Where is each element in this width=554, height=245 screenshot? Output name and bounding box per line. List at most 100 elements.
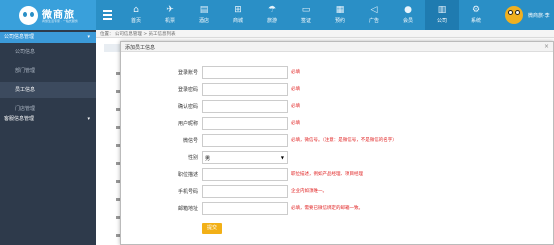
field-label: 登录密码 <box>177 87 198 93</box>
caret-down-icon: ▼ <box>280 155 284 160</box>
email-field[interactable] <box>202 202 288 215</box>
plane-icon: ✈ <box>166 5 174 15</box>
nav-label: 签证 <box>300 18 311 24</box>
login-password-field[interactable] <box>202 83 288 96</box>
field-label: 登录账号 <box>177 70 198 76</box>
nav-item-flights[interactable]: ✈ 机票 <box>153 0 187 30</box>
field-label: 邮箱地址 <box>177 206 198 212</box>
logo-eye-right <box>30 12 34 17</box>
position-field[interactable] <box>202 168 288 181</box>
nav-label: 机票 <box>164 18 175 24</box>
sidebar-item-employees[interactable]: 员工信息 <box>0 82 96 98</box>
field-label: 微信号 <box>182 138 198 144</box>
breadcrumb-text: 位置： 公司信息管理 > 员工信息列表 <box>100 32 176 37</box>
menu-toggle-button[interactable] <box>98 0 118 30</box>
nav-label: 酒店 <box>198 18 209 24</box>
company-icon: ▥ <box>437 5 447 15</box>
nav-item-members[interactable]: ● 会员 <box>391 0 425 30</box>
add-employee-dialog: 添加员工信息 × 登录账号 必填 登录密码 必填 确认密码 必填 用户昵称 必填… <box>120 41 554 245</box>
dialog-header: 添加员工信息 × <box>121 42 553 52</box>
nav-label: 广告 <box>368 18 379 24</box>
nickname-field[interactable] <box>202 117 288 130</box>
nav-item-system[interactable]: ⚙ 系统 <box>459 0 493 30</box>
field-hint: 企业内如须唯一。 <box>291 189 327 194</box>
nav-label: 旅游 <box>266 18 277 24</box>
home-icon: ⌂ <box>133 5 139 15</box>
nav-item-hotels[interactable]: ▤ 酒店 <box>187 0 221 30</box>
nav-label: 公司 <box>436 18 447 24</box>
gender-select[interactable]: 男 ▼ <box>202 151 288 164</box>
login-account-field[interactable] <box>202 66 288 79</box>
sidebar-group-service[interactable]: 客服信息管理 ▾ <box>0 114 96 125</box>
nav-item-ads[interactable]: ◁ 广告 <box>357 0 391 30</box>
sidebar-group-label: 公司信息管理 <box>4 34 35 40</box>
field-hint: 必填 <box>291 104 300 109</box>
form-row-wechat: 微信号 必填，微信号。（注意：是微信号，不是微信的名字） <box>121 134 553 147</box>
form-row-email: 邮箱地址 必填，需要已微信绑定的邮箱一致。 <box>121 202 553 215</box>
travel-icon: ☂ <box>267 5 277 15</box>
avatar-eye-left <box>508 10 513 15</box>
username[interactable]: 微商旅·李 <box>528 12 550 19</box>
hamburger-icon-bar <box>103 14 112 16</box>
form-row-phone: 手机号码 企业内如须唯一。 <box>121 185 553 198</box>
nav-item-booking[interactable]: ▦ 预约 <box>323 0 357 30</box>
avatar-eye-right <box>515 10 520 15</box>
field-hint: 必填 <box>291 121 300 126</box>
user-icon: ● <box>404 5 412 15</box>
gear-icon: ⚙ <box>471 5 481 15</box>
top-navigation-bar: 微商旅 商旅生活专家 · 一站式服务 ⌂ 首页 ✈ 机票 ▤ 酒店 ⊞ 商城 ☂… <box>0 0 554 30</box>
form-row-position: 职位描述 职位描述，例如产品经理、项目经理 <box>121 168 553 181</box>
brand-slogan: 商旅生活专家 · 一站式服务 <box>42 19 78 23</box>
brand-logo-area[interactable]: 微商旅 商旅生活专家 · 一站式服务 <box>0 0 96 30</box>
submit-button[interactable]: 提交 <box>202 223 222 234</box>
nav-item-company[interactable]: ▥ 公司 <box>425 0 459 30</box>
sidebar-group-company[interactable]: 公司信息管理 ▾ <box>0 32 96 43</box>
logo-eye-left <box>23 12 27 17</box>
nav-item-travel[interactable]: ☂ 旅游 <box>255 0 289 30</box>
form-row-confirm-password: 确认密码 必填 <box>121 100 553 113</box>
field-label: 用户昵称 <box>177 121 198 127</box>
field-hint: 职位描述，例如产品经理、项目经理 <box>291 172 363 177</box>
nav-label: 首页 <box>130 18 141 24</box>
breadcrumb: 位置： 公司信息管理 > 员工信息列表 <box>96 30 554 38</box>
field-label: 手机号码 <box>177 189 198 195</box>
sidebar-item-company-info[interactable]: 公司信息 <box>0 44 96 60</box>
visa-icon: ▭ <box>301 5 311 15</box>
nav-label: 商城 <box>232 18 243 24</box>
form-row-login-password: 登录密码 必填 <box>121 83 553 96</box>
hamburger-icon-bar <box>103 18 112 20</box>
form-row-gender: 性别 男 ▼ <box>121 151 553 164</box>
field-label: 职位描述 <box>177 172 198 178</box>
chevron-down-icon: ▾ <box>87 116 90 122</box>
dialog-body: 登录账号 必填 登录密码 必填 确认密码 必填 用户昵称 必填 微信号 必填，微… <box>121 52 553 244</box>
nav-item-mall[interactable]: ⊞ 商城 <box>221 0 255 30</box>
megaphone-icon: ◁ <box>370 5 378 15</box>
calendar-icon: ▦ <box>335 5 345 15</box>
form-row-nickname: 用户昵称 必填 <box>121 117 553 130</box>
gender-select-value: 男 <box>205 156 211 162</box>
sidebar-group-label: 客服信息管理 <box>4 116 35 122</box>
nav-item-visa[interactable]: ▭ 签证 <box>289 0 323 30</box>
confirm-password-field[interactable] <box>202 100 288 113</box>
form-row-login-account: 登录账号 必填 <box>121 66 553 79</box>
close-icon[interactable]: × <box>544 43 549 50</box>
nav-item-home[interactable]: ⌂ 首页 <box>119 0 153 30</box>
nav-label: 预约 <box>334 18 345 24</box>
field-hint: 必填，需要已微信绑定的邮箱一致。 <box>291 206 363 211</box>
sidebar-item-departments[interactable]: 部门管理 <box>0 63 96 79</box>
hotel-icon: ▤ <box>199 5 209 15</box>
field-hint: 必填 <box>291 70 300 75</box>
avatar[interactable] <box>505 6 523 24</box>
cart-icon: ⊞ <box>234 5 242 15</box>
phone-field[interactable] <box>202 185 288 198</box>
hamburger-icon <box>103 10 112 12</box>
sidebar: 公司信息管理 ▾ 公司信息 部门管理 员工信息 门店管理 客服信息管理 ▾ <box>0 30 96 245</box>
dialog-title: 添加员工信息 <box>125 45 156 51</box>
nav-label: 会员 <box>402 18 413 24</box>
brand-logo-icon <box>19 6 38 25</box>
field-label: 性别 <box>187 155 198 161</box>
field-label: 确认密码 <box>177 104 198 110</box>
field-hint: 必填 <box>291 87 300 92</box>
wechat-field[interactable] <box>202 134 288 147</box>
field-hint: 必填，微信号。（注意：是微信号，不是微信的名字） <box>291 138 397 143</box>
